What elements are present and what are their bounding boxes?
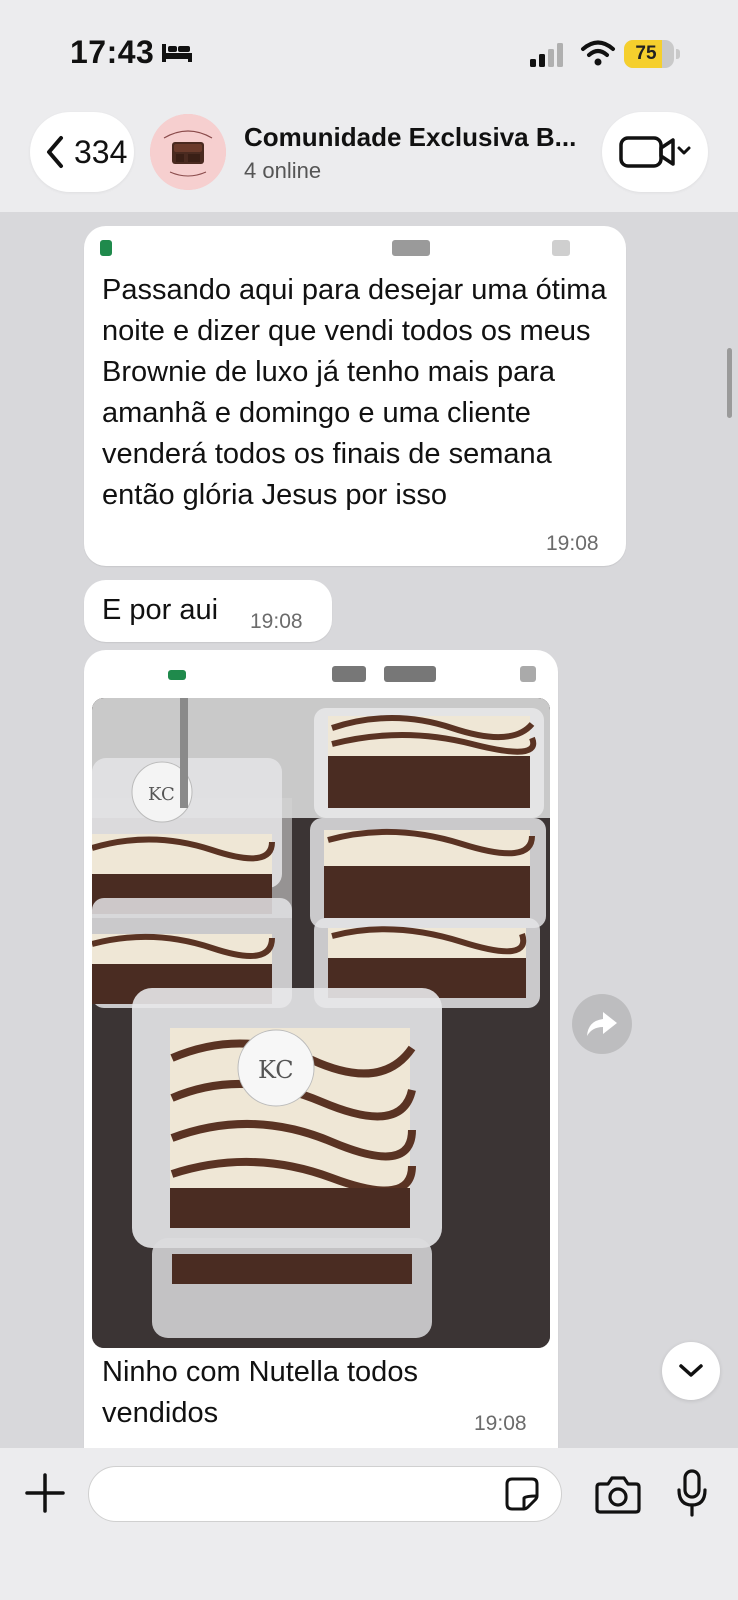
forward-arrow-icon <box>587 1012 617 1036</box>
sticker-icon[interactable] <box>504 1476 540 1512</box>
chevron-left-icon <box>47 136 63 168</box>
chat-title[interactable]: Comunidade Exclusiva B... <box>244 122 584 153</box>
photo-message-bubble[interactable]: KC KC Ninho com Nutella todos vendidos 1… <box>84 650 558 1450</box>
brownie-logo-icon <box>150 114 226 190</box>
message-bubble[interactable]: E por aui 19:08 <box>84 580 332 642</box>
unread-count: 334 <box>74 133 128 170</box>
group-avatar[interactable] <box>150 114 226 190</box>
battery-cap <box>676 49 680 59</box>
brownie-photo[interactable]: KC KC <box>92 698 550 1348</box>
message-time: 19:08 <box>474 1412 527 1435</box>
microphone-icon[interactable] <box>674 1468 710 1518</box>
plus-icon[interactable] <box>22 1470 68 1516</box>
online-status: 4 online <box>244 158 322 183</box>
chevron-down-icon <box>679 1364 703 1377</box>
message-bubble[interactable]: Passando aqui para desejar uma ótima noi… <box>84 226 626 566</box>
svg-text:KC: KC <box>258 1056 294 1084</box>
message-text: Passando aqui para desejar uma ótima noi… <box>102 274 607 511</box>
sender-name-redacted <box>100 238 570 258</box>
status-time: 17:43 <box>70 34 155 70</box>
cellular-signal-icon <box>530 43 563 67</box>
wifi-icon <box>581 40 615 66</box>
message-input[interactable] <box>88 1466 562 1522</box>
photo-caption: Ninho com Nutella todos vendidos <box>102 1356 418 1429</box>
battery-indicator: 75 <box>624 40 674 68</box>
back-button[interactable]: 334 <box>30 112 134 192</box>
video-call-button[interactable] <box>602 112 708 192</box>
brownie-boxes-image: KC KC <box>92 698 550 1348</box>
sleep-focus-icon <box>162 44 192 62</box>
message-list[interactable]: Passando aqui para desejar uma ótima noi… <box>0 212 738 1450</box>
message-time: 19:08 <box>546 532 599 555</box>
chat-header: 334 Comunidade Exclusiva B... 4 online <box>0 108 738 212</box>
status-bar: 17:43 75 <box>0 0 738 108</box>
battery-level: 75 <box>635 43 657 64</box>
scrollbar[interactable] <box>727 348 732 418</box>
svg-text:KC: KC <box>148 784 175 805</box>
sender-name-redacted <box>100 662 560 682</box>
forward-button[interactable] <box>572 994 632 1054</box>
composer-bar <box>0 1448 738 1600</box>
message-time: 19:08 <box>250 610 303 633</box>
message-text: E por aui <box>102 594 219 626</box>
video-camera-icon <box>619 136 691 168</box>
camera-icon[interactable] <box>594 1472 642 1516</box>
scroll-to-bottom-button[interactable] <box>662 1342 720 1400</box>
